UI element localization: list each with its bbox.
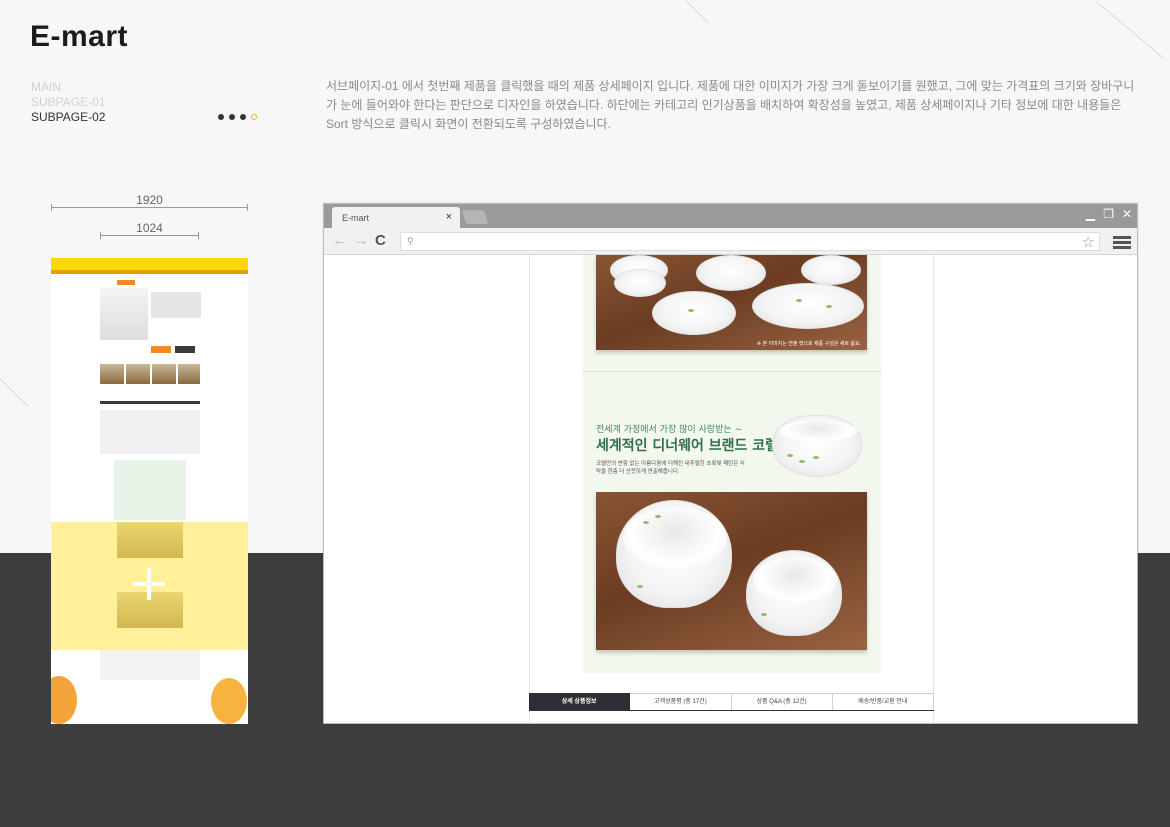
nav-item-main[interactable]: MAIN (31, 80, 105, 95)
thumb-info-table (100, 410, 200, 454)
browser-viewport: ※ 본 이미지는 연출 컷으로 제품 구성은 새로 봄요. 전세계 가정에서 가… (324, 255, 1137, 723)
bookmark-star-icon[interactable]: ☆ (1082, 233, 1095, 251)
thumb-tab-bar (100, 401, 200, 404)
product-photo-bottom (596, 492, 867, 650)
full-page-thumbnail[interactable] (51, 258, 248, 724)
menu-icon[interactable] (1113, 236, 1131, 249)
leaf-pattern (643, 521, 649, 524)
search-icon: ⚲ (407, 236, 414, 246)
tab-shipping-returns[interactable]: 배송/반품/교환 안내 (832, 693, 934, 710)
leaf-pattern (688, 309, 694, 312)
tab-customer-reviews[interactable]: 고객상품평 (총 17건) (630, 693, 732, 710)
product-tagline: 전세계 가정에서 가장 많이 사랑받는 ~ (596, 425, 743, 435)
dimension-label-outer: 1920 (136, 193, 163, 207)
address-bar[interactable]: ⚲ ☆ (400, 232, 1100, 251)
dimension-label-inner: 1024 (136, 221, 163, 235)
thumb-header (51, 258, 248, 270)
page-dot[interactable] (229, 114, 235, 120)
thumb-cart-button (151, 346, 171, 353)
small-bowl (746, 550, 842, 636)
thumb-detail-banner (114, 460, 186, 520)
nav-item-subpage-02[interactable]: SUBPAGE-02 (31, 110, 105, 125)
zoom-plus-icon[interactable] (133, 568, 165, 600)
leaf-pattern (796, 299, 802, 302)
browser-tab-title: E-mart (342, 213, 369, 223)
restore-icon[interactable]: ❐ (1103, 207, 1114, 221)
browser-tab[interactable]: E-mart × (332, 207, 460, 229)
page-content-column: ※ 본 이미지는 연출 컷으로 제품 구성은 새로 봄요. 전세계 가정에서 가… (529, 255, 934, 723)
bowl-rim (623, 507, 727, 569)
product-description: 코렐만의 변함 없는 아름다움에 더해진 내추럴한 초록빛 패턴은 식탁을 한층… (596, 461, 745, 475)
thumb-related-item (126, 364, 150, 384)
thumb-price-box (151, 292, 201, 318)
photo-caption: ※ 본 이미지는 연출 컷으로 제품 구성은 새로 봄요. (756, 341, 861, 347)
product-info-tabs: 상세 상품정보 고객상품평 (총 17건) 상품 Q&A (총 12건) 배송/… (529, 693, 934, 711)
tab-product-qna[interactable]: 상품 Q&A (총 12건) (731, 693, 833, 710)
subpage-nav: MAIN SUBPAGE-01 SUBPAGE-02 (31, 80, 105, 125)
section-divider (583, 371, 881, 372)
thumb-nav-bar (51, 270, 248, 274)
page-dot[interactable] (240, 114, 246, 120)
bowl-stack (696, 255, 766, 291)
close-tab-icon[interactable]: × (446, 211, 452, 223)
forward-arrow-icon[interactable]: → (354, 232, 369, 249)
decor-line (685, 0, 709, 24)
project-title: E-mart (30, 20, 129, 53)
reload-icon[interactable]: C (375, 232, 386, 249)
leaf-pattern (761, 613, 767, 616)
leaf-pattern (813, 456, 819, 459)
bowl-illustration (772, 415, 862, 477)
back-arrow-icon[interactable]: ← (332, 232, 347, 249)
new-tab-button[interactable] (461, 210, 489, 224)
product-headline: 세계적인 디너웨어 브랜드 코렐 (596, 438, 779, 454)
page-description: 서브페이지-01 에서 첫번째 제품을 클릭했을 때의 제품 상세페이지 입니다… (326, 79, 1135, 131)
bowl-rim (779, 420, 857, 442)
dinner-plate (652, 291, 736, 335)
thumb-related-item (178, 364, 200, 384)
thumb-footer (100, 650, 200, 680)
leaf-pattern (655, 515, 661, 518)
browser-titlebar: E-mart × ▁ ❐ ✕ (324, 204, 1137, 229)
large-bowl (616, 500, 732, 608)
bowl-rim (753, 557, 837, 603)
leaf-pattern (787, 454, 793, 457)
nav-item-subpage-01[interactable]: SUBPAGE-01 (31, 95, 105, 110)
browser-window: E-mart × ▁ ❐ ✕ ← → C ⚲ ☆ ※ 본 이미지는 연출 컷으로… (323, 203, 1138, 724)
minimize-icon[interactable]: ▁ (1086, 207, 1095, 221)
thumb-related-item (152, 364, 176, 384)
dinner-plate (752, 283, 864, 329)
thumb-product-image (100, 288, 148, 340)
thumb-related-item (100, 364, 124, 384)
decor-line (1094, 0, 1165, 59)
page-indicator (218, 114, 257, 120)
close-window-icon[interactable]: ✕ (1122, 207, 1132, 221)
bowl-stack (614, 269, 666, 297)
product-photo-top: ※ 본 이미지는 연출 컷으로 제품 구성은 새로 봄요. (596, 255, 867, 350)
leaf-pattern (637, 585, 643, 588)
thumb-buy-button (175, 346, 195, 353)
leaf-pattern (799, 460, 805, 463)
dimension-line-inner (100, 232, 199, 239)
thumb-orange-decor (211, 678, 247, 724)
bowl-stack (801, 255, 861, 285)
tab-product-detail[interactable]: 상세 상품정보 (529, 693, 631, 710)
page-dot-current[interactable] (251, 114, 257, 120)
page-dot[interactable] (218, 114, 224, 120)
browser-toolbar: ← → C ⚲ ☆ (324, 228, 1137, 255)
thumb-orange-decor (51, 676, 77, 724)
leaf-pattern (826, 305, 832, 308)
dimension-line-outer (51, 204, 248, 211)
decor-line (0, 378, 29, 408)
thumb-side-banner (117, 280, 135, 285)
